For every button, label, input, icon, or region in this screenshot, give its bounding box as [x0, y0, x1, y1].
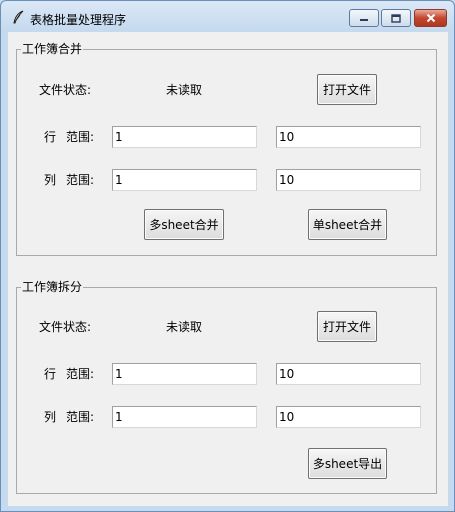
split-row-end-input[interactable]: 10	[276, 363, 421, 385]
split-row-start-input[interactable]: 1	[112, 363, 257, 385]
client-area: 工作簿合并 文件状态: 未读取 打开文件 行范围: 1 10 列范围: 1 10…	[8, 32, 448, 506]
split-col-start-input[interactable]: 1	[112, 406, 257, 428]
split-open-file-button[interactable]: 打开文件	[317, 311, 377, 342]
maximize-icon	[382, 10, 410, 26]
title-bar[interactable]: 表格批量处理程序	[1, 1, 454, 33]
split-col-range-text: 范围:	[66, 410, 95, 424]
merge-status-label: 文件状态:	[39, 83, 92, 97]
split-row-range-text: 范围:	[66, 367, 95, 381]
split-row-char: 行	[44, 367, 57, 381]
merge-col-range-label: 列范围:	[44, 172, 94, 188]
minimize-icon	[350, 10, 378, 26]
minimize-button[interactable]	[349, 9, 379, 27]
split-col-range-label: 列范围:	[44, 409, 94, 425]
split-row-range-label: 行范围:	[44, 366, 94, 382]
multi-sheet-merge-button[interactable]: 多sheet合并	[144, 209, 224, 240]
merge-col-range-text: 范围:	[66, 173, 95, 187]
app-window: 表格批量处理程序 工作簿合并 文件状态: 未读取 打开文件 行范围: 1 10 …	[0, 0, 455, 512]
split-group-legend: 工作簿拆分	[21, 279, 84, 295]
split-col-char: 列	[44, 410, 57, 424]
split-status-label: 文件状态:	[39, 320, 92, 334]
merge-group-legend: 工作簿合并	[21, 41, 84, 57]
split-col-end-input[interactable]: 10	[276, 406, 421, 428]
maximize-button[interactable]	[381, 9, 411, 27]
window-title: 表格批量处理程序	[30, 13, 127, 27]
merge-row-start-input[interactable]: 1	[112, 126, 257, 148]
single-sheet-merge-button[interactable]: 单sheet合并	[308, 209, 387, 240]
close-button[interactable]	[414, 9, 447, 27]
multi-sheet-export-button[interactable]: 多sheet导出	[308, 448, 387, 479]
merge-row-range-text: 范围:	[66, 130, 95, 144]
merge-col-start-input[interactable]: 1	[112, 169, 257, 191]
merge-col-char: 列	[44, 173, 57, 187]
merge-status-value: 未读取	[166, 83, 203, 97]
merge-open-file-button[interactable]: 打开文件	[317, 74, 377, 105]
split-status-value: 未读取	[166, 320, 203, 334]
merge-row-end-input[interactable]: 10	[276, 126, 421, 148]
merge-row-char: 行	[44, 130, 57, 144]
merge-col-end-input[interactable]: 10	[276, 169, 421, 191]
merge-row-range-label: 行范围:	[44, 129, 94, 145]
feather-icon	[13, 10, 24, 24]
close-icon	[415, 10, 446, 26]
